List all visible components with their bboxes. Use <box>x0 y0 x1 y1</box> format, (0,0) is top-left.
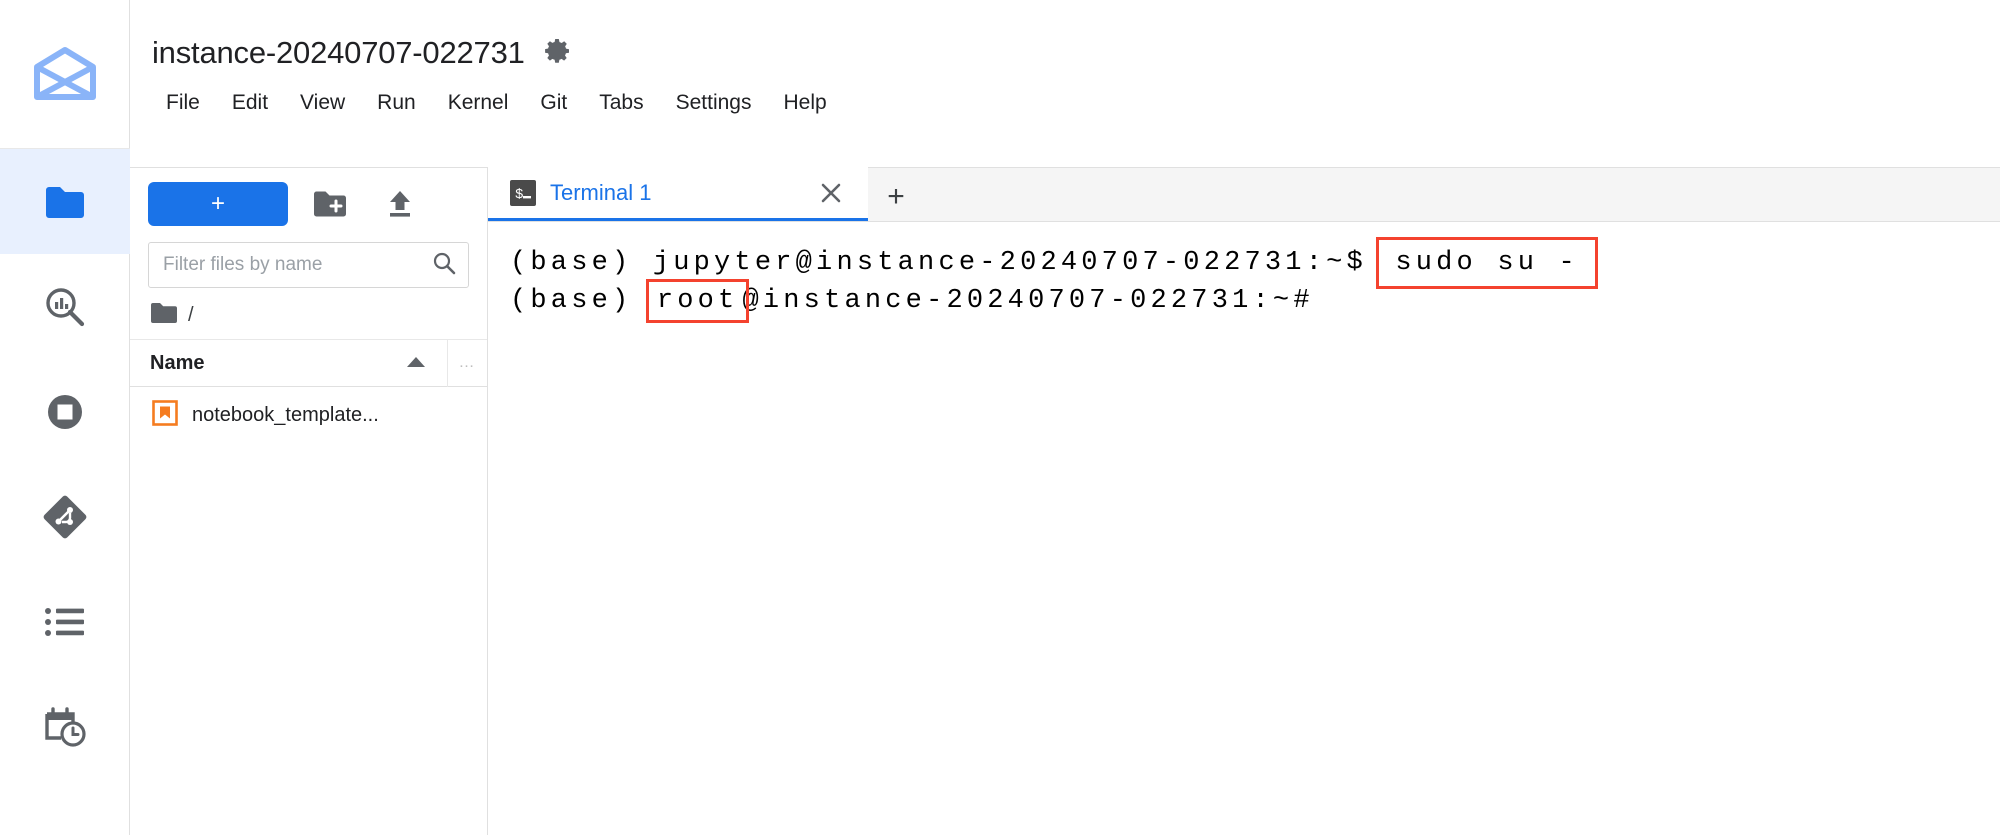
new-folder-icon <box>313 190 347 218</box>
terminal-prompt-env: (base) <box>510 286 653 316</box>
folder-icon <box>150 302 178 329</box>
vertex-ai-workbench-logo <box>0 0 130 148</box>
breadcrumb-path: / <box>188 304 194 326</box>
jupyterlab-window: instance-20240707-022731 File Edit View … <box>0 0 2000 835</box>
new-tab-button[interactable]: + <box>868 173 924 221</box>
new-launcher-button[interactable]: + <box>148 182 288 226</box>
menu-edit[interactable]: Edit <box>216 85 284 121</box>
filter-files-input[interactable] <box>163 254 432 276</box>
annotated-token-root: root <box>645 279 750 323</box>
search-chart-icon <box>44 286 86 328</box>
menu-view[interactable]: View <box>284 85 361 121</box>
window-header: instance-20240707-022731 File Edit View … <box>130 0 2000 168</box>
file-browser-panel: + Filter files by name / Name … notebook… <box>130 168 488 835</box>
list-item-label: notebook_template... <box>192 403 379 426</box>
menu-file[interactable]: File <box>150 85 216 121</box>
column-header-name[interactable]: Name <box>150 352 447 375</box>
tab-bar: $ Terminal 1 + <box>488 167 2000 222</box>
notebook-icon <box>152 399 178 431</box>
menubar: File Edit View Run Kernel Git Tabs Setti… <box>130 71 2000 121</box>
menu-help[interactable]: Help <box>768 85 843 121</box>
main-dock-area: $ Terminal 1 + (base) jupyter@instance-2… <box>488 167 2000 835</box>
menu-git[interactable]: Git <box>524 85 583 121</box>
tab-terminal-1-label: Terminal 1 <box>550 179 652 205</box>
stop-square-icon <box>44 391 86 433</box>
list-bullets-icon <box>44 606 86 638</box>
sidebar-item-scheduler[interactable] <box>0 674 130 779</box>
terminal-output[interactable]: (base) jupyter@instance-20240707-022731:… <box>488 222 2000 834</box>
terminal-prompt-host: @instance-20240707-022731:~# <box>742 286 1314 316</box>
folder-icon <box>44 185 86 219</box>
calendar-clock-icon <box>43 706 87 748</box>
sidebar-item-git[interactable] <box>0 464 130 569</box>
new-folder-button[interactable] <box>302 182 358 226</box>
sidebar-item-file-browser[interactable] <box>0 149 130 254</box>
sort-ascending-icon <box>405 352 427 375</box>
upload-icon <box>385 189 415 219</box>
file-browser-toolbar: + <box>130 168 487 236</box>
breadcrumb[interactable]: / <box>130 288 487 339</box>
filter-files-box[interactable] <box>148 242 469 288</box>
activity-bar <box>0 0 130 835</box>
upload-button[interactable] <box>372 182 428 226</box>
menu-settings[interactable]: Settings <box>660 85 768 121</box>
terminal-line: (base) jupyter@instance-20240707-022731:… <box>488 237 2000 289</box>
file-list: notebook_template... <box>130 387 487 437</box>
annotated-command-sudo-su: sudo su - <box>1376 237 1598 289</box>
search-icon <box>432 251 456 280</box>
tab-terminal-1[interactable]: $ Terminal 1 <box>488 167 868 221</box>
menu-tabs[interactable]: Tabs <box>583 85 659 121</box>
sidebar-item-search[interactable] <box>0 254 130 359</box>
settings-button[interactable] <box>541 34 575 71</box>
close-icon[interactable] <box>816 178 846 208</box>
terminal-prompt-user: (base) jupyter@instance-20240707-022731:… <box>510 248 1388 278</box>
svg-text:$: $ <box>515 187 523 203</box>
file-list-header: Name … <box>130 339 487 387</box>
sidebar-item-toc[interactable] <box>0 569 130 674</box>
title-row: instance-20240707-022731 <box>130 0 2000 71</box>
terminal-prompt-icon: $ <box>510 179 536 206</box>
page-title: instance-20240707-022731 <box>152 34 525 70</box>
terminal-line: (base) root @instance-20240707-022731:~# <box>488 279 2000 323</box>
gear-icon <box>544 38 571 67</box>
list-item[interactable]: notebook_template... <box>130 393 487 437</box>
sidebar-item-running[interactable] <box>0 359 130 464</box>
column-options-button[interactable]: … <box>447 339 487 387</box>
menu-kernel[interactable]: Kernel <box>432 85 525 121</box>
column-header-name-label: Name <box>150 351 205 374</box>
git-icon <box>43 495 87 539</box>
menu-run[interactable]: Run <box>361 85 432 121</box>
